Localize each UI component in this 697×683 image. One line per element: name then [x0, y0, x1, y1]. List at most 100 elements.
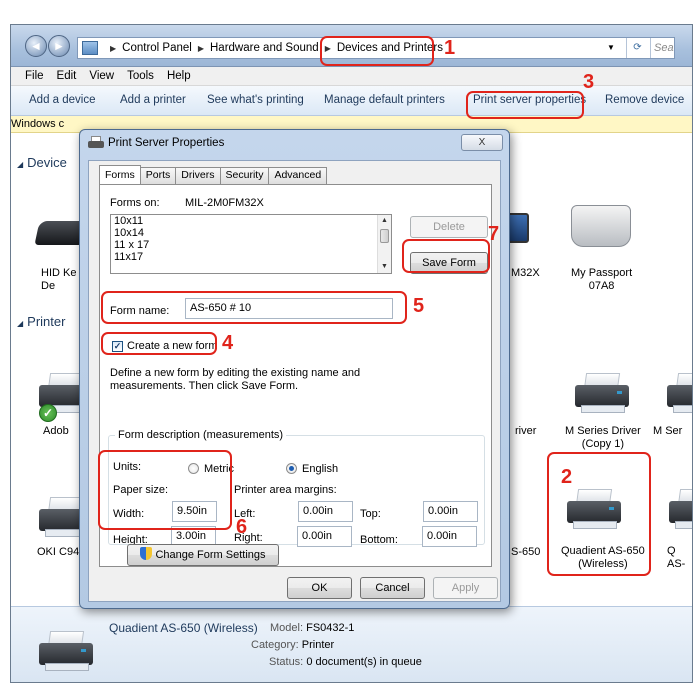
english-radio[interactable] — [286, 463, 297, 474]
printer-label-as650: S-650 — [511, 546, 541, 558]
dialog-title: Print Server Properties — [108, 137, 225, 149]
scroll-down-icon[interactable]: ▼ — [378, 261, 391, 273]
printers-section-header[interactable]: ◢ Printer — [17, 314, 65, 329]
collapse-triangle-icon: ◢ — [17, 160, 24, 169]
list-item[interactable]: 10x11 — [111, 215, 391, 227]
selected-printer-icon — [35, 629, 97, 673]
annotation-ring-paper-size — [98, 450, 232, 530]
instructions-text: Define a new form by editing the existin… — [110, 367, 361, 392]
details-status: Status: 0 document(s) in queue — [269, 656, 422, 668]
list-scrollbar[interactable]: ▲ ▼ — [377, 215, 391, 273]
printer-icon — [88, 136, 104, 150]
manage-default-printers-button[interactable]: Manage default printers — [324, 94, 445, 106]
default-check-icon: ✓ — [39, 404, 57, 422]
see-whats-printing-button[interactable]: See what's printing — [207, 94, 304, 106]
annotation-number-1: 1 — [444, 37, 456, 59]
annotation-number-2: 2 — [561, 466, 573, 488]
breadcrumb-hardware-and-sound[interactable]: Hardware and Sound — [210, 42, 319, 54]
details-category: Category: Printer — [251, 639, 335, 651]
printers-section-label: Printer — [27, 314, 66, 329]
annotation-number-5: 5 — [413, 295, 425, 317]
group-title: Form description (measurements) — [115, 429, 287, 441]
server-name: MIL-2M0FM32X — [185, 197, 264, 209]
device-label-hid: HID Ke De — [41, 267, 77, 292]
dialog-body: Forms Ports Drivers Security Advanced Fo… — [88, 160, 501, 602]
menu-edit[interactable]: Edit — [57, 70, 77, 82]
annotation-ring-devices-and-printers — [320, 36, 434, 66]
annotation-ring-print-server-properties — [466, 91, 584, 119]
margins-label: Printer area margins: — [234, 484, 337, 496]
list-item[interactable]: 11 x 17 — [111, 239, 391, 251]
device-label-computer: M32X — [511, 267, 540, 279]
ok-button[interactable]: OK — [287, 577, 352, 599]
forward-button[interactable]: ► — [48, 35, 70, 57]
annotation-ring-create-new-form — [101, 332, 217, 355]
printer-icon[interactable] — [663, 371, 692, 415]
device-label-my-passport: My Passport 07A8 — [571, 267, 633, 292]
devices-section-header[interactable]: ◢ Device — [17, 155, 67, 170]
back-button[interactable]: ◄ — [25, 35, 47, 57]
printer-label-m-series-copy: M Series Driver (Copy 1) — [565, 425, 641, 450]
list-item[interactable]: 10x14 — [111, 227, 391, 239]
details-model: Model: FS0432-1 — [270, 622, 355, 634]
printer-label-adobe: Adob — [43, 425, 69, 437]
bottom-margin-field[interactable]: 0.00in — [422, 526, 477, 547]
external-drive-icon[interactable] — [571, 205, 631, 247]
tab-security[interactable]: Security — [219, 167, 270, 184]
menu-help[interactable]: Help — [167, 70, 191, 82]
forms-on-label: Forms on: — [110, 197, 160, 209]
annotation-number-6: 6 — [236, 516, 248, 538]
close-button[interactable]: X — [461, 134, 503, 151]
add-printer-button[interactable]: Add a printer — [120, 94, 186, 106]
left-margin-field[interactable]: 0.00in — [298, 501, 353, 522]
add-device-button[interactable]: Add a device — [29, 94, 96, 106]
english-label[interactable]: English — [302, 463, 338, 475]
search-input[interactable]: Sea — [650, 38, 674, 58]
breadcrumb-control-panel[interactable]: Control Panel — [122, 42, 192, 54]
printer-icon[interactable] — [571, 371, 633, 415]
details-pane: Quadient AS-650 (Wireless) Model: FS0432… — [11, 606, 692, 682]
annotation-number-3: 3 — [583, 71, 595, 93]
delete-button[interactable]: Delete — [410, 216, 488, 238]
top-margin-label: Top: — [360, 508, 381, 520]
forms-list[interactable]: 10x11 10x14 11 x 17 11x17 ▲ ▼ — [110, 214, 392, 274]
scroll-up-icon[interactable]: ▲ — [378, 215, 391, 227]
scroll-thumb[interactable] — [380, 229, 389, 243]
annotation-ring-form-name — [101, 291, 407, 324]
printer-icon[interactable] — [665, 487, 692, 531]
tab-forms[interactable]: Forms — [99, 165, 141, 184]
devices-section-label: Device — [27, 155, 67, 170]
list-item[interactable]: 11x17 — [111, 251, 391, 263]
printer-label-driver: river — [515, 425, 537, 437]
menu-tools[interactable]: Tools — [127, 70, 154, 82]
refresh-icon[interactable]: ⟳ — [626, 38, 648, 58]
print-server-properties-dialog: Print Server Properties X Forms Ports Dr… — [79, 129, 510, 609]
bottom-margin-label: Bottom: — [360, 534, 398, 546]
apply-button[interactable]: Apply — [433, 577, 498, 599]
menu-file[interactable]: File — [25, 70, 44, 82]
chevron-down-icon[interactable]: ▼ — [604, 38, 618, 58]
change-form-settings-button[interactable]: Change Form Settings — [127, 544, 279, 566]
close-icon: X — [478, 137, 486, 148]
tab-advanced[interactable]: Advanced — [268, 167, 328, 184]
cancel-button[interactable]: Cancel — [360, 577, 425, 599]
printer-label-oki: OKI C94 — [37, 546, 80, 558]
tab-strip: Forms Ports Drivers Security Advanced — [99, 165, 328, 184]
remove-device-button[interactable]: Remove device — [605, 94, 684, 106]
menu-view[interactable]: View — [89, 70, 114, 82]
chevron-right-icon: ▶ — [197, 43, 204, 53]
details-printer-name: Quadient AS-650 (Wireless) — [109, 621, 258, 635]
printer-label-quadient-partial: Q AS- — [667, 545, 686, 570]
right-margin-field[interactable]: 0.00in — [297, 526, 352, 547]
annotation-number-4: 4 — [222, 332, 234, 354]
tab-drivers[interactable]: Drivers — [175, 167, 221, 184]
control-panel-icon — [82, 41, 98, 55]
chevron-right-icon: ▶ — [110, 43, 117, 53]
annotation-ring-save-form — [402, 239, 490, 273]
uac-shield-icon — [140, 547, 153, 560]
annotation-number-7: 7 — [488, 223, 500, 245]
change-form-settings-label: Change Form Settings — [155, 549, 266, 561]
printer-label-m-series: M Ser — [653, 425, 683, 437]
top-margin-field[interactable]: 0.00in — [423, 501, 478, 522]
tab-ports[interactable]: Ports — [139, 167, 177, 184]
